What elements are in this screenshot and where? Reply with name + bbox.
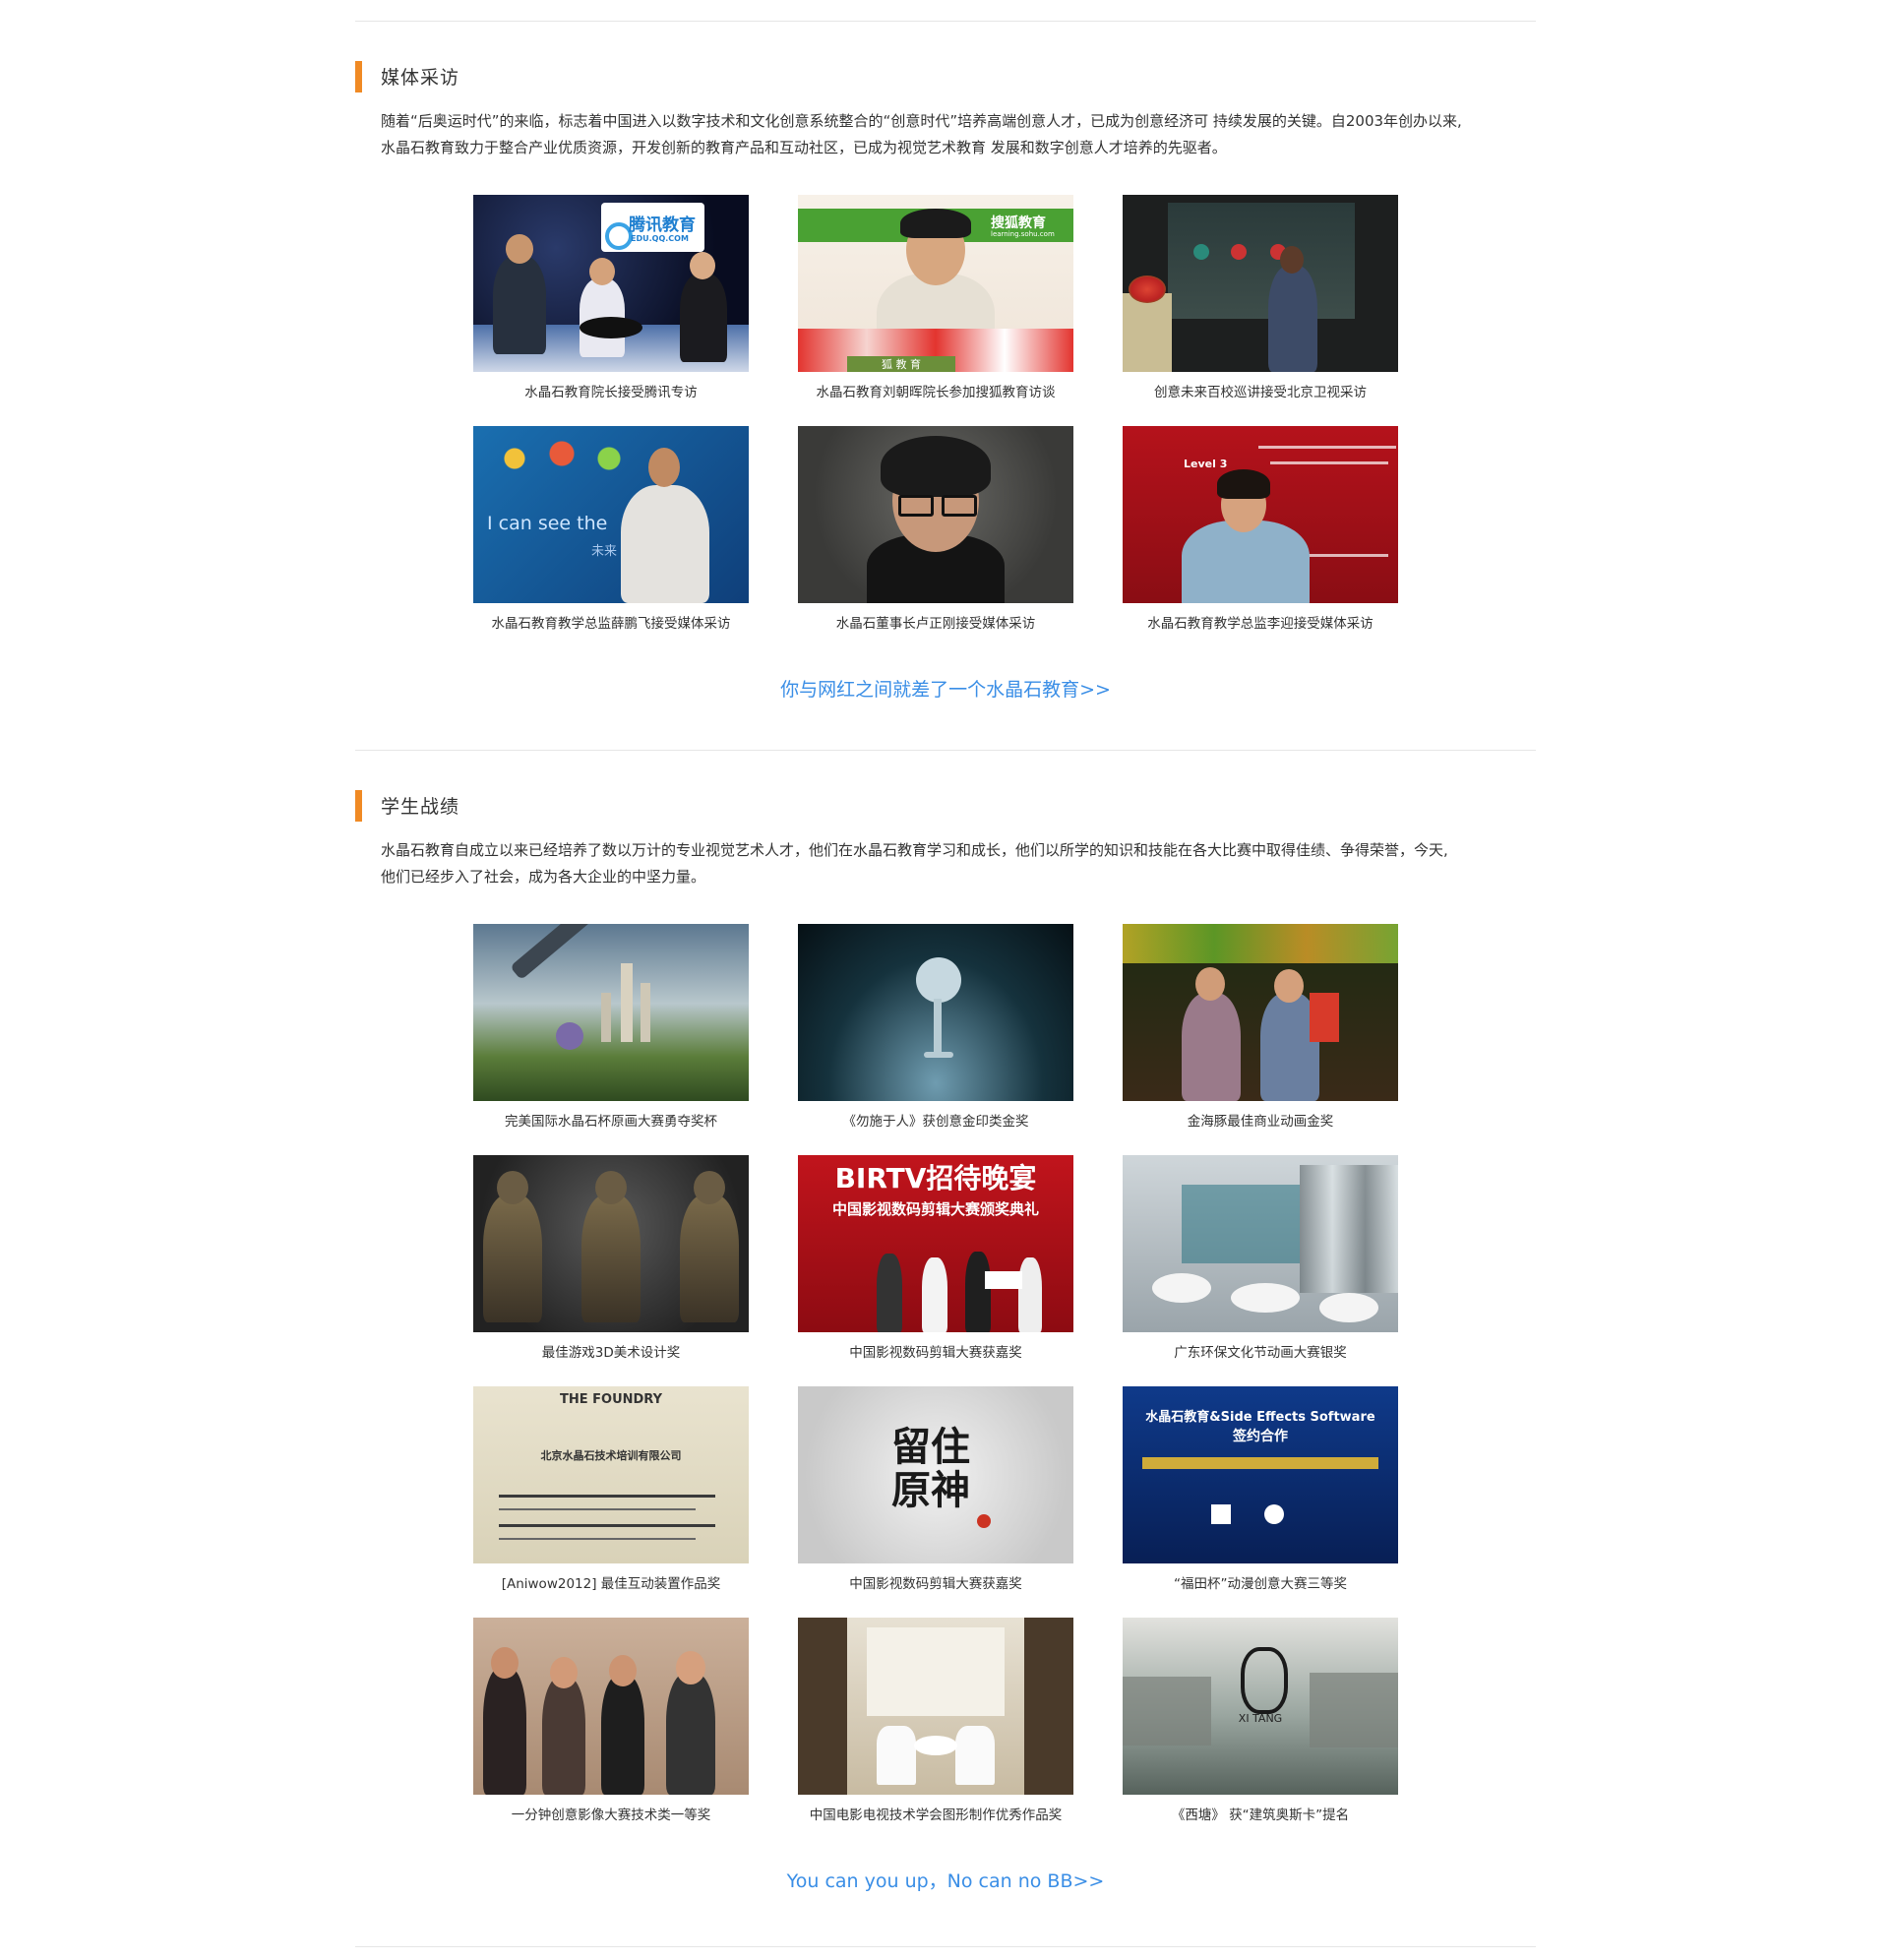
award-card[interactable]: 一分钟创意影像大赛技术类一等奖 [473,1618,749,1823]
media-intro: 随着“后奥运时代”的来临，标志着中国进入以数字技术和文化创意系统整合的“创意时代… [381,112,1462,156]
media-photo-sohu[interactable]: 搜狐教育 learning.sohu.com 狐 教 育 [798,195,1073,372]
award-caption[interactable]: 中国影视数码剪辑大赛获嘉奖 [798,1341,1073,1361]
award-card[interactable]: 留住原神 中国影视数码剪辑大赛获嘉奖 [798,1386,1073,1592]
media-card[interactable]: 创意未来百校巡讲接受北京卫视采访 [1123,195,1398,400]
media-caption[interactable]: 水晶石教育教学总监李迎接受媒体采访 [1123,612,1398,632]
awards-intro: 水晶石教育自成立以来已经培养了数以万计的专业视觉艺术人才，他们在水晶石教育学习和… [381,841,1448,886]
top-divider [355,21,1536,22]
award-card[interactable]: 中国电影电视技术学会图形制作优秀作品奖 [798,1618,1073,1823]
award-card[interactable]: 金海豚最佳商业动画金奖 [1123,924,1398,1130]
award-caption[interactable]: 完美国际水晶石杯原画大赛勇夺奖杯 [473,1110,749,1130]
award-card[interactable]: 水晶石教育&Side Effects Software 签约合作 “福田杯”动漫… [1123,1386,1398,1592]
media-caption[interactable]: 水晶石教育刘朝晖院长参加搜狐教育访谈 [798,381,1073,400]
award-card[interactable]: XI TANG 《西塘》 获“建筑奥斯卡”提名 [1123,1618,1398,1823]
media-photo-lu[interactable] [798,426,1073,603]
award-image-side-effects[interactable]: 水晶石教育&Side Effects Software 签约合作 [1123,1386,1398,1563]
award-caption[interactable]: 最佳游戏3D美术设计奖 [473,1341,749,1361]
award-image-foundry-certificate[interactable]: THE FOUNDRY 北京水晶石技术培训有限公司 [473,1386,749,1563]
award-caption[interactable]: 金海豚最佳商业动画金奖 [1123,1110,1398,1130]
media-card[interactable]: I can see the 未来 水晶石教育教学总监薛鹏飞接受媒体采访 [473,426,749,632]
media-more-link[interactable]: 你与网红之间就差了一个水晶石教育>> [355,675,1536,702]
section-accent-bar [355,61,362,92]
section-accent-bar [355,790,362,822]
media-caption[interactable]: 水晶石教育院长接受腾讯专访 [473,381,749,400]
media-photo-xue[interactable]: I can see the 未来 [473,426,749,603]
award-card[interactable]: 最佳游戏3D美术设计奖 [473,1155,749,1361]
awards-section-header: 学生战绩 [355,790,1536,824]
section-divider [355,750,1536,751]
award-caption[interactable]: 中国影视数码剪辑大赛获嘉奖 [798,1572,1073,1592]
media-card[interactable]: 搜狐教育 learning.sohu.com 狐 教 育 水晶石教育刘朝晖院长参… [798,195,1073,400]
award-image-xitang[interactable]: XI TANG [1123,1618,1398,1795]
award-caption[interactable]: 《西塘》 获“建筑奥斯卡”提名 [1123,1804,1398,1823]
award-card[interactable]: 《勿施于人》获创意金印类金奖 [798,924,1073,1130]
award-image-golden-dolphin[interactable] [1123,924,1398,1101]
award-caption[interactable]: 广东环保文化节动画大赛银奖 [1123,1341,1398,1361]
media-card[interactable]: 腾讯教育 EDU.QQ.COM 水晶石教育院长接受腾讯专访 [473,195,749,400]
media-section-title: 媒体采访 [381,67,460,89]
media-photo-btv[interactable] [1123,195,1398,372]
award-image-interior[interactable] [1123,1155,1398,1332]
media-caption[interactable]: 水晶石董事长卢正刚接受媒体采访 [798,612,1073,632]
award-card[interactable]: 完美国际水晶石杯原画大赛勇夺奖杯 [473,924,749,1130]
bottom-divider [355,1946,1536,1947]
award-image-fantasy-city[interactable] [473,924,749,1101]
awards-section-title: 学生战绩 [381,796,460,818]
media-section: 媒体采访 随着“后奥运时代”的来临，标志着中国进入以数字技术和文化创意系统整合的… [355,61,1536,702]
award-card[interactable]: BIRTV招待晚宴 中国影视数码剪辑大赛颁奖典礼 中国影视数码剪辑大赛获嘉奖 [798,1155,1073,1361]
media-grid: 腾讯教育 EDU.QQ.COM 水晶石教育院长接受腾讯专访 搜狐教育 learn… [473,195,1398,632]
award-image-birtv[interactable]: BIRTV招待晚宴 中国影视数码剪辑大赛颁奖典礼 [798,1155,1073,1332]
media-photo-li[interactable]: Level 3 [1123,426,1398,603]
award-caption[interactable]: 中国电影电视技术学会图形制作优秀作品奖 [798,1804,1073,1823]
award-image-ink-painting[interactable]: 留住原神 [798,1386,1073,1563]
award-card[interactable]: 广东环保文化节动画大赛银奖 [1123,1155,1398,1361]
award-card[interactable]: THE FOUNDRY 北京水晶石技术培训有限公司 [Aniwow2012] 最… [473,1386,749,1592]
award-caption[interactable]: “福田杯”动漫创意大赛三等奖 [1123,1572,1398,1592]
media-caption[interactable]: 水晶石教育教学总监薛鹏飞接受媒体采访 [473,612,749,632]
media-section-header: 媒体采访 [355,61,1536,94]
media-photo-tencent[interactable]: 腾讯教育 EDU.QQ.COM [473,195,749,372]
award-image-creature[interactable] [798,924,1073,1101]
awards-grid: 完美国际水晶石杯原画大赛勇夺奖杯 《勿施于人》获创意金印类金奖 金海豚最佳商业动… [473,924,1398,1823]
award-caption[interactable]: 一分钟创意影像大赛技术类一等奖 [473,1804,749,1823]
media-caption[interactable]: 创意未来百校巡讲接受北京卫视采访 [1123,381,1398,400]
award-image-white-room[interactable] [798,1618,1073,1795]
award-image-armor[interactable] [473,1155,749,1332]
award-image-award-group[interactable] [473,1618,749,1795]
awards-more-link[interactable]: You can you up，No can no BB>> [355,1867,1536,1893]
media-card[interactable]: Level 3 水晶石教育教学总监李迎接受媒体采访 [1123,426,1398,632]
award-caption[interactable]: 《勿施于人》获创意金印类金奖 [798,1110,1073,1130]
awards-section: 学生战绩 水晶石教育自成立以来已经培养了数以万计的专业视觉艺术人才，他们在水晶石… [355,790,1536,1893]
award-caption[interactable]: [Aniwow2012] 最佳互动装置作品奖 [473,1572,749,1592]
media-card[interactable]: 水晶石董事长卢正刚接受媒体采访 [798,426,1073,632]
